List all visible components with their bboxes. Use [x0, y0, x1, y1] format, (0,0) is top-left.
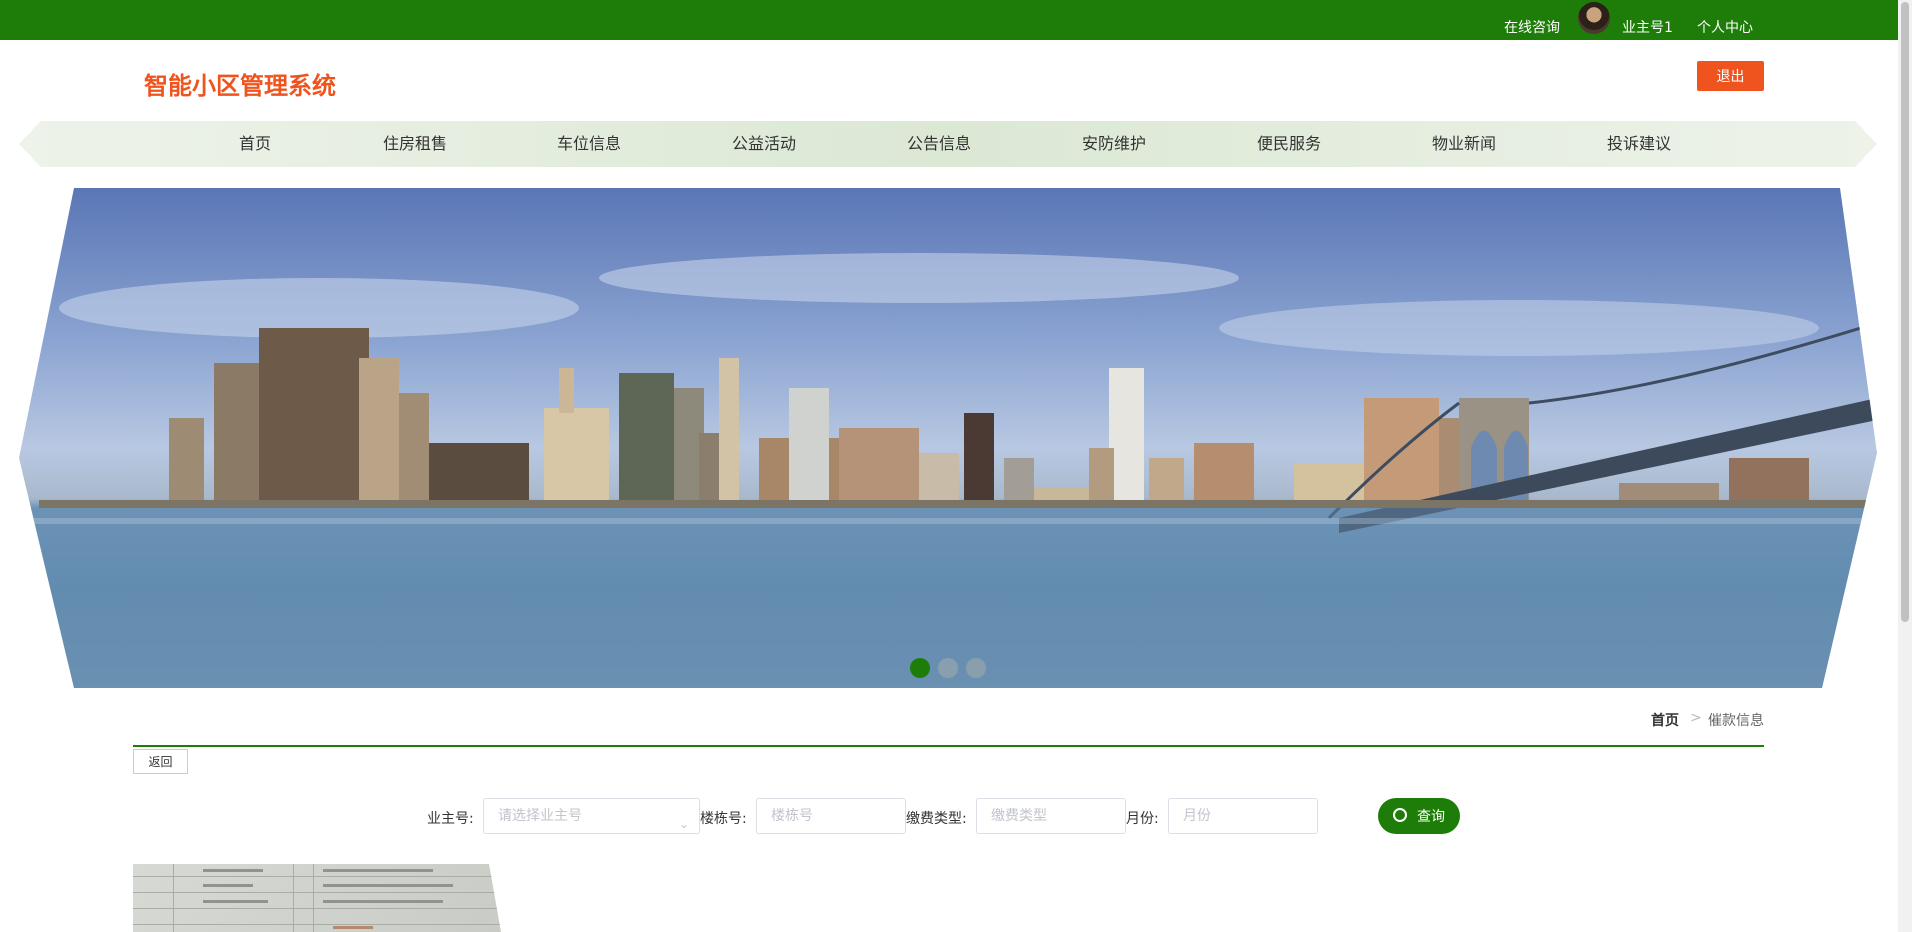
nav-item-charity[interactable]: 公益活动	[732, 121, 796, 167]
search-icon	[1393, 808, 1407, 822]
city-skyline-image	[19, 253, 1877, 688]
logout-button[interactable]: 退出	[1697, 61, 1764, 91]
nav-item-security[interactable]: 安防维护	[1082, 121, 1146, 167]
nav-item-housing[interactable]: 住房租售	[383, 121, 447, 167]
top-bar: 在线咨询 业主号1 个人中心	[0, 0, 1898, 40]
breadcrumb-separator: >	[1690, 710, 1702, 726]
carousel-dot-2[interactable]	[938, 658, 958, 678]
month-input[interactable]	[1168, 798, 1318, 834]
nav-item-notice[interactable]: 公告信息	[907, 121, 971, 167]
nav-item-home[interactable]: 首页	[239, 121, 271, 167]
building-label: 楼栋号:	[700, 811, 747, 827]
owner-select[interactable]: 请选择业主号 ⌄	[483, 798, 700, 834]
scrollbar-thumb[interactable]	[1901, 2, 1909, 622]
carousel-dot-1[interactable]	[910, 658, 930, 678]
online-consult-link[interactable]: 在线咨询	[1504, 17, 1560, 37]
back-button[interactable]: 返回	[133, 749, 188, 774]
carousel-dot-3[interactable]	[966, 658, 986, 678]
main-nav: 首页 住房租售 车位信息 公益活动 公告信息 安防维护 便民服务 物业新闻 投诉…	[19, 121, 1877, 167]
nav-item-news[interactable]: 物业新闻	[1432, 121, 1496, 167]
month-label: 月份:	[1126, 811, 1159, 827]
nav-item-parking[interactable]: 车位信息	[557, 121, 621, 167]
banner-carousel[interactable]	[19, 188, 1877, 688]
page-scrollbar[interactable]	[1898, 0, 1912, 932]
query-button-label: 查询	[1417, 809, 1445, 825]
nav-item-complaints[interactable]: 投诉建议	[1607, 121, 1671, 167]
document-thumbnail[interactable]	[133, 864, 501, 932]
breadcrumb-current: 催款信息	[1708, 713, 1764, 729]
username: 业主号1	[1622, 20, 1673, 36]
section-divider	[133, 745, 1764, 747]
owner-label: 业主号:	[427, 811, 474, 827]
query-button[interactable]: 查询	[1378, 798, 1460, 834]
personal-center-link[interactable]: 个人中心	[1697, 17, 1753, 37]
chevron-down-icon: ⌄	[678, 817, 689, 831]
breadcrumb-home[interactable]: 首页	[1651, 710, 1679, 730]
building-input[interactable]	[756, 798, 906, 834]
nav-item-services[interactable]: 便民服务	[1257, 121, 1321, 167]
fee-type-input[interactable]	[976, 798, 1126, 834]
avatar[interactable]	[1578, 2, 1610, 34]
site-logo: 智能小区管理系统	[144, 72, 336, 100]
fee-type-label: 缴费类型:	[906, 811, 967, 827]
owner-select-placeholder: 请选择业主号	[498, 808, 582, 824]
